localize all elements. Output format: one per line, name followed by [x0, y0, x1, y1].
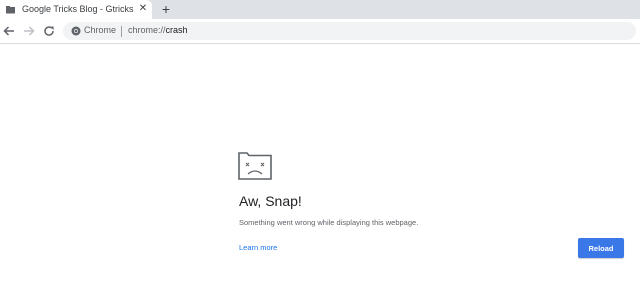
reload-icon[interactable]	[42, 24, 56, 38]
sad-folder-icon	[238, 152, 272, 180]
url-text[interactable]: chrome://crash	[128, 25, 188, 35]
chrome-icon	[71, 26, 81, 36]
error-message: Something went wrong while displaying th…	[239, 218, 419, 227]
address-separator	[121, 26, 122, 37]
reload-button[interactable]: Reload	[578, 238, 624, 258]
tab-active[interactable]: Google Tricks Blog - Gtricks ✕	[0, 0, 152, 19]
folder-icon	[6, 6, 15, 14]
address-bar[interactable]: Chrome chrome://crash	[63, 22, 636, 40]
toolbar: Chrome chrome://crash	[0, 19, 640, 44]
tab-title: Google Tricks Blog - Gtricks	[22, 4, 134, 14]
learn-more-link[interactable]: Learn more	[239, 243, 277, 252]
forward-arrow-icon[interactable]	[22, 24, 36, 38]
tab-close-icon[interactable]: ✕	[137, 3, 149, 15]
url-host: crash	[165, 25, 188, 35]
new-tab-button[interactable]: +	[159, 2, 173, 16]
tab-strip: Google Tricks Blog - Gtricks ✕ +	[0, 0, 640, 19]
site-chip-label: Chrome	[84, 25, 117, 35]
url-scheme: chrome://	[128, 25, 166, 35]
error-title: Aw, Snap!	[239, 193, 302, 209]
back-arrow-icon[interactable]	[2, 24, 16, 38]
